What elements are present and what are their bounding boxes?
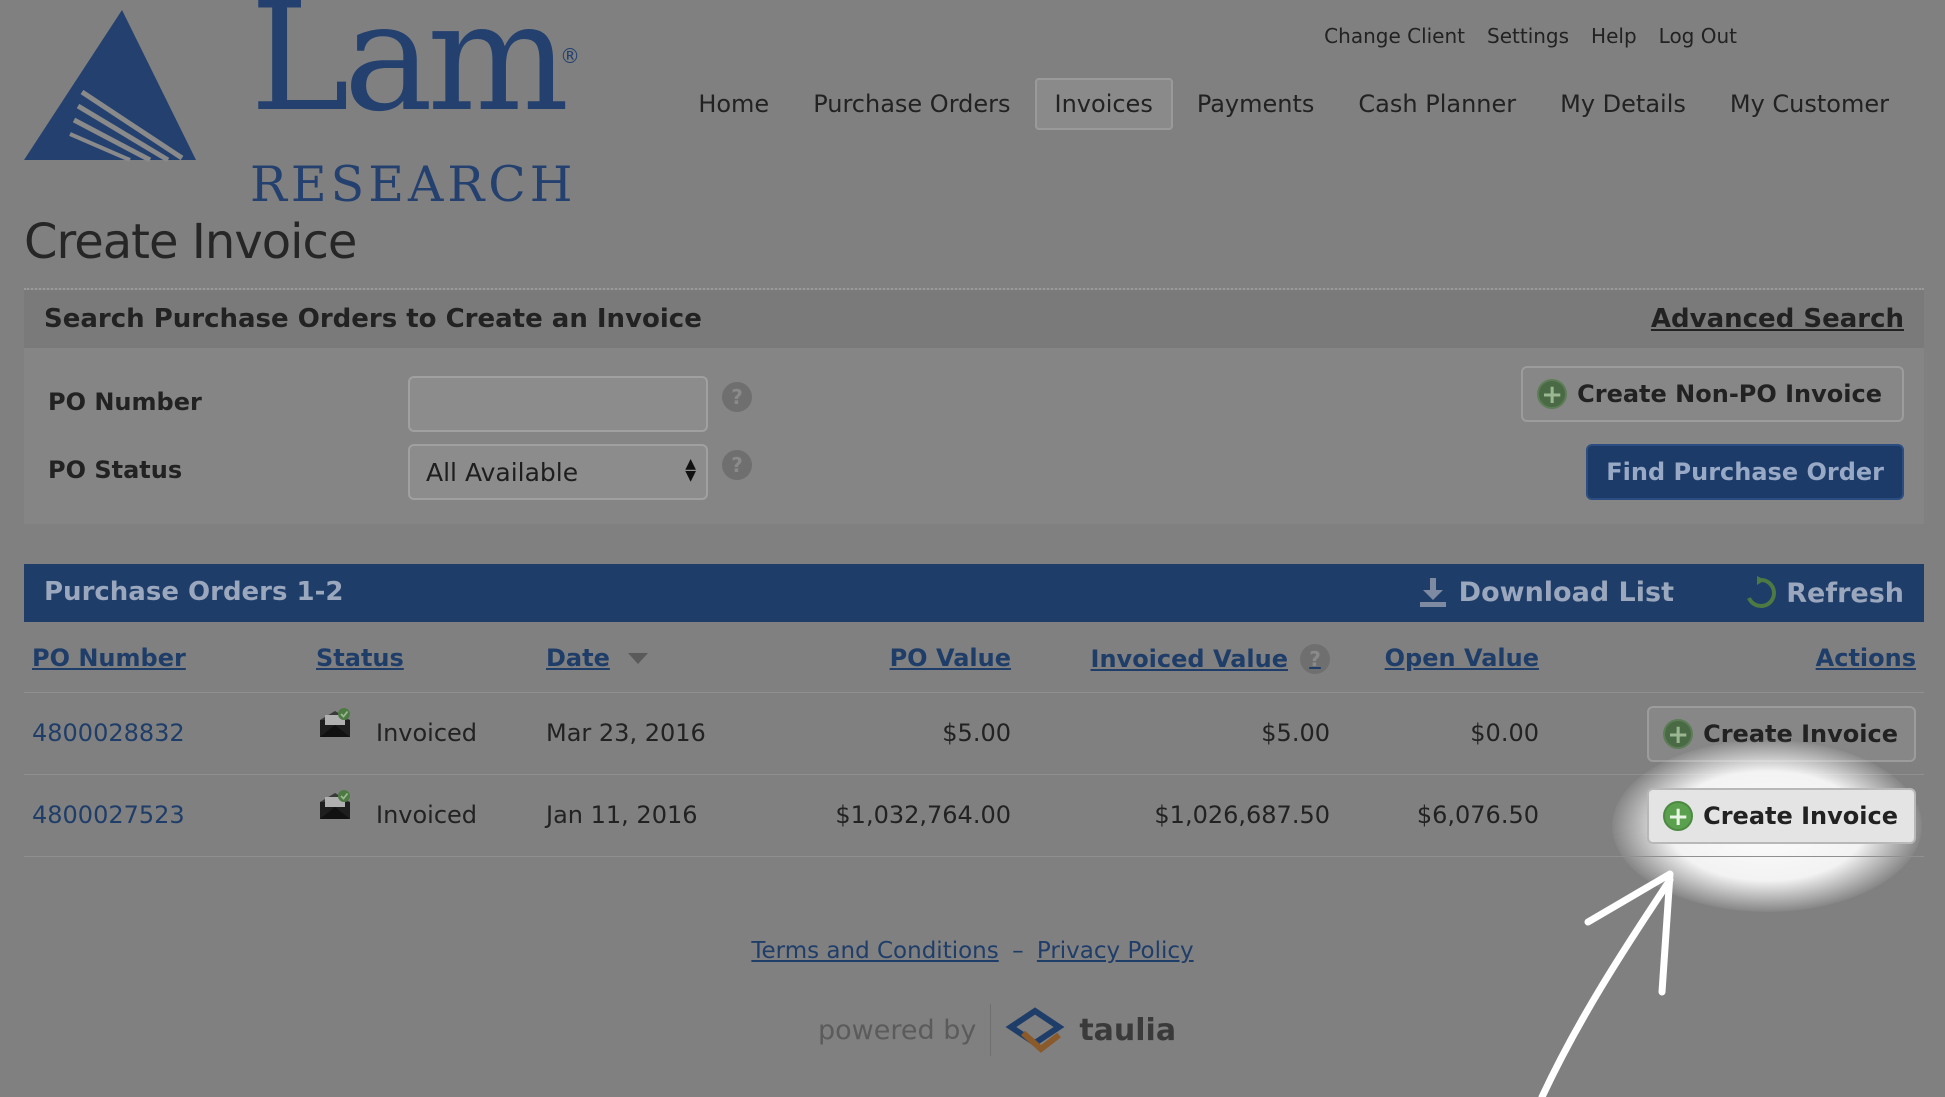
create-invoice-label: Create Invoice: [1703, 802, 1898, 830]
nav-my-customer[interactable]: My Customer: [1708, 80, 1911, 128]
help-link[interactable]: Help: [1591, 24, 1637, 48]
column-header-invoiced-value[interactable]: Invoiced Value ?: [1091, 644, 1330, 674]
sort-descending-icon: [627, 653, 648, 664]
footer-separator: –: [1012, 938, 1024, 964]
main-nav: Home Purchase Orders Invoices Payments C…: [676, 78, 1911, 130]
nav-invoices[interactable]: Invoices: [1034, 78, 1173, 130]
column-header-date[interactable]: Date: [546, 644, 648, 672]
logo-subtitle: RESEARCH: [250, 156, 577, 213]
status-text: Invoiced: [376, 801, 478, 829]
utility-nav: Change Client Settings Help Log Out: [1324, 24, 1737, 48]
column-header-po-value[interactable]: PO Value: [890, 644, 1011, 672]
column-header-actions: Actions: [1815, 644, 1916, 672]
refresh-icon: [1747, 576, 1777, 608]
column-header-invoiced-value-label: Invoiced Value: [1090, 645, 1288, 673]
logo-registered-mark: ®: [560, 44, 580, 68]
po-number-link[interactable]: 4800028832: [32, 719, 185, 747]
invoiced-value-text: $5.00: [1261, 719, 1330, 747]
po-number-input[interactable]: [408, 376, 708, 432]
privacy-link[interactable]: Privacy Policy: [1037, 938, 1194, 964]
question-icon[interactable]: ?: [722, 382, 752, 412]
download-list-button[interactable]: Download List: [1417, 576, 1674, 608]
column-header-status[interactable]: Status: [316, 644, 404, 672]
po-number-label: PO Number: [48, 388, 202, 416]
create-non-po-invoice-button[interactable]: + Create Non-PO Invoice: [1521, 366, 1904, 422]
create-non-po-invoice-label: Create Non-PO Invoice: [1577, 380, 1882, 408]
nav-home[interactable]: Home: [676, 80, 791, 128]
nav-payments[interactable]: Payments: [1175, 80, 1337, 128]
powered-by-text: powered by: [818, 1014, 977, 1046]
find-purchase-order-button[interactable]: Find Purchase Order: [1586, 444, 1904, 500]
refresh-label: Refresh: [1786, 577, 1904, 609]
create-invoice-button[interactable]: + Create Invoice: [1647, 788, 1916, 844]
page-title: Create Invoice: [24, 214, 357, 270]
pointer-arrow-icon: [1538, 870, 1674, 1097]
date-text: Mar 23, 2016: [546, 719, 706, 747]
results-header-bar: Purchase Orders 1-2 Download List Refres…: [24, 564, 1924, 622]
taulia-wordmark: taulia: [1079, 1012, 1177, 1048]
po-status-select[interactable]: All Available ▲ ▼: [408, 444, 708, 500]
date-text: Jan 11, 2016: [546, 801, 698, 829]
logo-word: Lam: [250, 0, 569, 145]
settings-link[interactable]: Settings: [1487, 24, 1569, 48]
refresh-button[interactable]: Refresh: [1744, 576, 1904, 610]
footer-links: Terms and Conditions – Privacy Policy: [0, 938, 1945, 964]
status-text: Invoiced: [376, 719, 478, 747]
po-value-text: $5.00: [942, 719, 1011, 747]
table-divider: [24, 692, 1924, 693]
select-arrows-icon: ▲ ▼: [685, 456, 696, 484]
plus-circle-icon: +: [1663, 719, 1694, 749]
nav-purchase-orders[interactable]: Purchase Orders: [791, 80, 1032, 128]
powered-divider: [990, 1004, 992, 1056]
lam-research-logo[interactable]: Lam ® RESEARCH: [22, 0, 592, 213]
download-icon: [1419, 578, 1446, 607]
search-panel: Search Purchase Orders to Create an Invo…: [24, 288, 1924, 524]
po-value-text: $1,032,764.00: [835, 801, 1011, 829]
table-divider: [24, 774, 1924, 775]
po-number-link[interactable]: 4800027523: [32, 801, 185, 829]
powered-by-taulia: powered by taulia: [818, 1004, 1176, 1056]
taulia-logo-icon: [1005, 1007, 1065, 1053]
question-icon[interactable]: ?: [1300, 644, 1330, 674]
download-list-label: Download List: [1458, 576, 1674, 608]
column-header-po-number[interactable]: PO Number: [32, 644, 186, 672]
search-panel-header: Search Purchase Orders to Create an Invo…: [24, 290, 1924, 348]
terms-link[interactable]: Terms and Conditions: [751, 938, 998, 964]
column-header-open-value[interactable]: Open Value: [1385, 644, 1539, 672]
nav-cash-planner[interactable]: Cash Planner: [1336, 80, 1538, 128]
nav-my-details[interactable]: My Details: [1538, 80, 1708, 128]
invoiced-envelope-icon: [320, 708, 350, 737]
question-icon[interactable]: ?: [722, 450, 752, 480]
find-purchase-order-label: Find Purchase Order: [1606, 458, 1884, 486]
log-out-link[interactable]: Log Out: [1659, 24, 1737, 48]
invoiced-value-text: $1,026,687.50: [1154, 801, 1330, 829]
plus-circle-icon: +: [1663, 801, 1694, 831]
open-value-text: $0.00: [1470, 719, 1539, 747]
invoiced-envelope-icon: [320, 790, 350, 819]
results-title: Purchase Orders 1-2: [44, 577, 344, 607]
search-panel-title: Search Purchase Orders to Create an Invo…: [44, 304, 702, 334]
table-divider: [24, 856, 1924, 857]
plus-circle-icon: +: [1537, 379, 1568, 409]
po-status-label: PO Status: [48, 456, 183, 484]
change-client-link[interactable]: Change Client: [1324, 24, 1465, 48]
po-status-value: All Available: [426, 458, 579, 487]
advanced-search-link[interactable]: Advanced Search: [1651, 304, 1904, 334]
logo-triangle-icon: [24, 10, 196, 163]
open-value-text: $6,076.50: [1416, 801, 1539, 829]
column-header-date-label: Date: [546, 644, 610, 672]
